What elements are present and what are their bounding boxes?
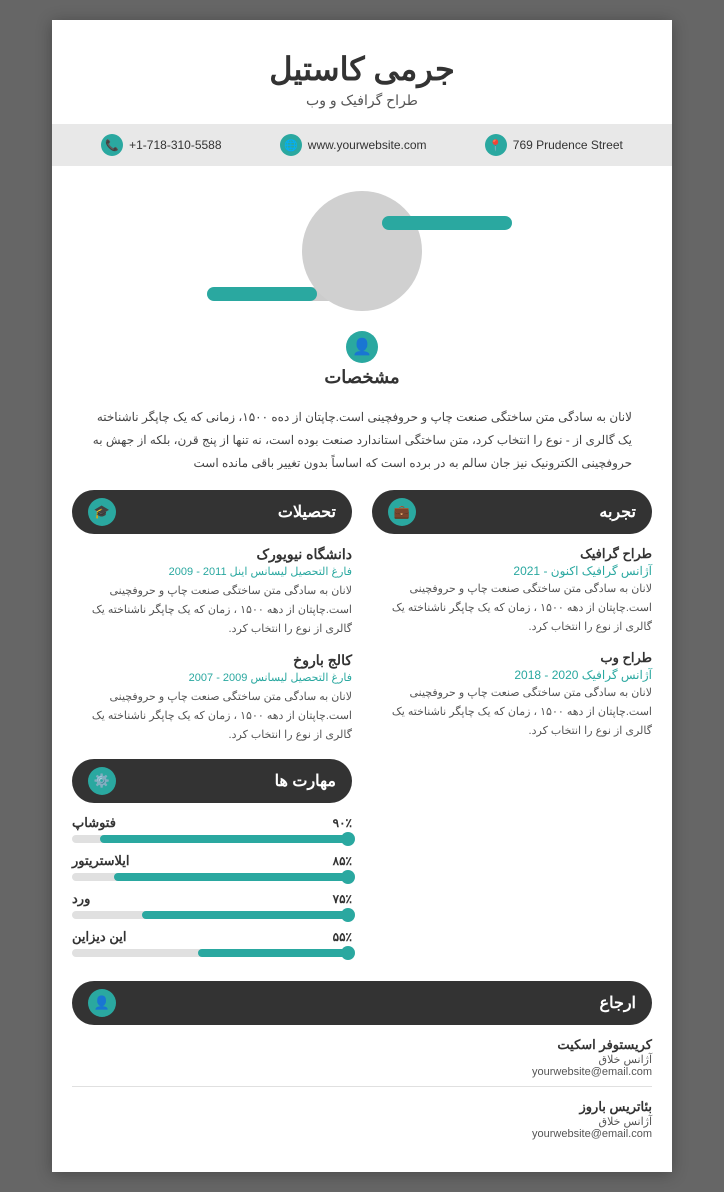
ref-role-1: آژانس خلاق: [72, 1115, 652, 1128]
exp-role-1: طراح گرافیک: [372, 546, 652, 562]
person-title: طراح گرافیک و وب: [72, 92, 652, 109]
header: جرمی کاستیل طراح گرافیک و وب: [52, 20, 672, 124]
globe-icon: 🌐: [280, 134, 302, 156]
skill-bar-fill-3: [198, 949, 352, 957]
skill-bar-bg-0: [72, 835, 352, 843]
ref-role-0: آژانس خلاق: [72, 1053, 652, 1066]
skill-pct-2: ۷۵٪: [333, 892, 352, 906]
exp-item-1: طراح گرافیک آژانس گرافیک اکنون - 2021 لا…: [372, 546, 652, 636]
skill-item-3: ۵۵٪ این دیزاین: [72, 929, 352, 957]
skill-name-0: فتوشاپ: [72, 815, 116, 831]
skill-bar-dot-2: [341, 908, 355, 922]
skill-bar-fill-1: [114, 873, 352, 881]
edu-degree-1: فارغ التحصیل لیسانس اینل 2011 - 2009: [72, 565, 352, 578]
ref-email-0: yourwebsite@email.com: [72, 1066, 652, 1078]
skill-item-0: ۹۰٪ فتوشاپ: [72, 815, 352, 843]
skill-bar-fill-2: [142, 911, 352, 919]
avatar: [302, 191, 422, 311]
experience-heading: تجربه: [599, 502, 636, 522]
skills-heading: مهارت ها: [275, 771, 336, 791]
skill-item-2: ۷۵٪ ورد: [72, 891, 352, 919]
experience-header: تجربه 💼: [372, 490, 652, 534]
ref-email-1: yourwebsite@email.com: [72, 1128, 652, 1140]
about-description: لانان به سادگی متن ساختگی صنعت چاپ و حرو…: [52, 398, 672, 490]
teal-bar-bottom: [207, 287, 317, 301]
skill-pct-3: ۵۵٪: [333, 930, 352, 944]
person-name: جرمی کاستیل: [72, 50, 652, 88]
exp-company-1: آژانس گرافیک اکنون - 2021: [372, 564, 652, 578]
exp-desc-2: لانان به سادگی متن ساختگی صنعت چاپ و حرو…: [372, 684, 652, 740]
skill-bar-dot-3: [341, 946, 355, 960]
skill-bar-dot-0: [341, 832, 355, 846]
edu-desc-1: لانان به سادگی متن ساختگی صنعت چاپ و حرو…: [72, 582, 352, 638]
education-header: تحصیلات 🎓: [72, 490, 352, 534]
skill-pct-0: ۹۰٪: [333, 816, 352, 830]
education-heading: تحصیلات: [278, 502, 336, 522]
skill-pct-1: ۸۵٪: [333, 854, 352, 868]
references-header: ارجاع 👤: [72, 981, 652, 1025]
skills-list: ۹۰٪ فتوشاپ ۸۵٪ ایلاستریتور ۷۵٪ ورد: [72, 815, 352, 957]
exp-role-2: طراح وب: [372, 650, 652, 666]
references-section: ارجاع 👤 کریستوفر اسکیت آژانس خلاق yourwe…: [52, 981, 672, 1140]
ref-name-1: بئاتریس باروز: [72, 1099, 652, 1115]
contact-website: 🌐 www.yourwebsite.com: [280, 134, 427, 156]
edu-university-1: دانشگاه نیویورک: [72, 546, 352, 563]
contact-bar: 📞 +1-718-310-5588 🌐 www.yourwebsite.com …: [52, 124, 672, 166]
skill-bar-bg-1: [72, 873, 352, 881]
skill-bar-dot-1: [341, 870, 355, 884]
edu-degree-2: فارغ التحصیل لیسانس 2009 - 2007: [72, 671, 352, 684]
skill-item-1: ۸۵٪ ایلاستریتور: [72, 853, 352, 881]
references-list: کریستوفر اسکیت آژانس خلاق yourwebsite@em…: [72, 1037, 652, 1140]
about-section: 👤 مشخصات: [52, 326, 672, 398]
ref-item-0: کریستوفر اسکیت آژانس خلاق yourwebsite@em…: [72, 1037, 652, 1087]
references-icon: 👤: [88, 989, 116, 1017]
edu-university-2: کالج باروخ: [72, 652, 352, 669]
exp-item-2: طراح وب آژانس گرافیک 2020 - 2018 لانان ب…: [372, 650, 652, 740]
about-icon-wrap: 👤: [52, 331, 672, 363]
phone-icon: 📞: [101, 134, 123, 156]
two-column: تجربه 💼 طراح گرافیک آژانس گرافیک اکنون -…: [52, 490, 672, 966]
resume-page: جرمی کاستیل طراح گرافیک و وب 📞 +1-718-31…: [52, 20, 672, 1172]
edu-item-2: کالج باروخ فارغ التحصیل لیسانس 2009 - 20…: [72, 652, 352, 744]
ref-name-0: کریستوفر اسکیت: [72, 1037, 652, 1053]
education-icon: 🎓: [88, 498, 116, 526]
edu-item-1: دانشگاه نیویورک فارغ التحصیل لیسانس اینل…: [72, 546, 352, 638]
skills-section: مهارت ها ⚙️ ۹۰٪ فتوشاپ ۸۵٪ ایلاستریتور ۷…: [72, 759, 352, 957]
education-column: تحصیلات 🎓 دانشگاه نیویورک فارغ التحصیل ل…: [72, 490, 352, 966]
skill-bar-bg-3: [72, 949, 352, 957]
location-icon: 📍: [485, 134, 507, 156]
skill-bar-bg-2: [72, 911, 352, 919]
experience-icon: 💼: [388, 498, 416, 526]
exp-desc-1: لانان به سادگی متن ساختگی صنعت چاپ و حرو…: [372, 580, 652, 636]
teal-bar-top: [382, 216, 512, 230]
about-heading: مشخصات: [52, 367, 672, 388]
skill-name-1: ایلاستریتور: [72, 853, 130, 869]
references-heading: ارجاع: [600, 993, 636, 1013]
skill-name-2: ورد: [72, 891, 90, 907]
profile-section: [52, 166, 672, 326]
contact-address: 📍 769 Prudence Street: [485, 134, 623, 156]
skills-icon: ⚙️: [88, 767, 116, 795]
edu-desc-2: لانان به سادگی متن ساختگی صنعت چاپ و حرو…: [72, 688, 352, 744]
person-icon: 👤: [346, 331, 378, 363]
exp-company-2: آژانس گرافیک 2020 - 2018: [372, 668, 652, 682]
skills-header: مهارت ها ⚙️: [72, 759, 352, 803]
experience-column: تجربه 💼 طراح گرافیک آژانس گرافیک اکنون -…: [372, 490, 652, 966]
ref-item-1: بئاتریس باروز آژانس خلاق yourwebsite@ema…: [72, 1099, 652, 1140]
skill-bar-fill-0: [100, 835, 352, 843]
contact-phone: 📞 +1-718-310-5588: [101, 134, 221, 156]
skill-name-3: این دیزاین: [72, 929, 126, 945]
